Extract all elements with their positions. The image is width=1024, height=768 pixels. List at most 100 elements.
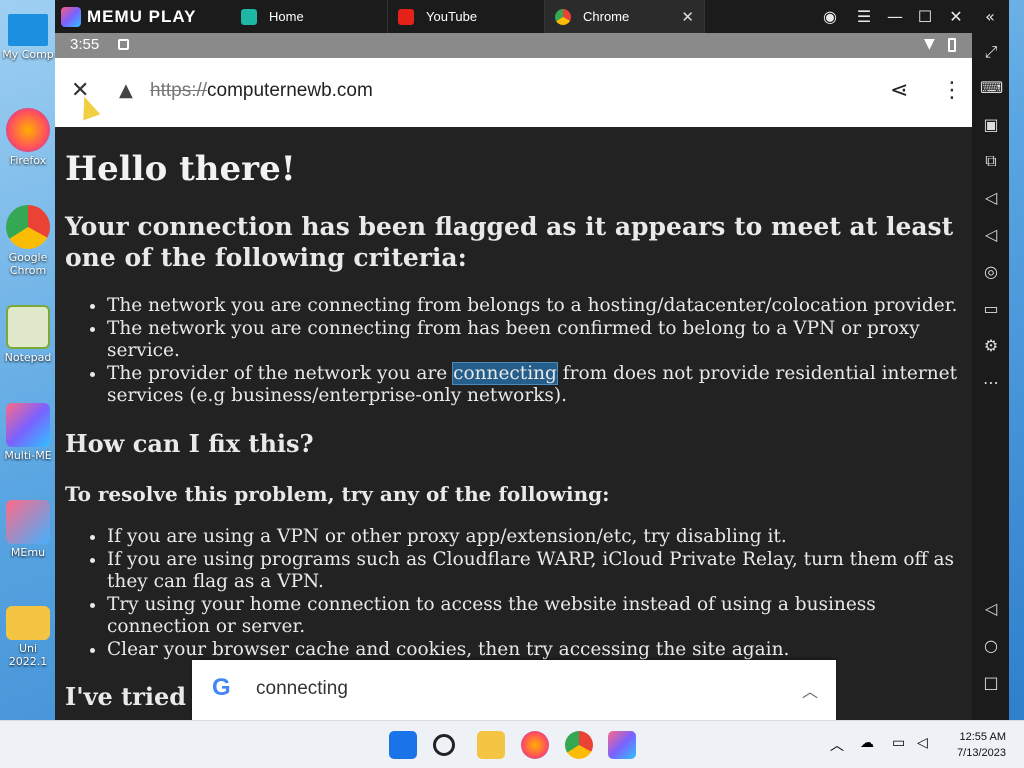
warning-icon: ▲ [119, 80, 133, 101]
clock-date: 7/13/2023 [957, 747, 1006, 759]
tab-label: Home [269, 9, 304, 24]
find-query[interactable]: connecting [256, 678, 348, 700]
desktop-icon-firefox[interactable]: Firefox [0, 108, 56, 167]
chrome-icon[interactable] [565, 731, 593, 759]
find-in-page-bar: G connecting ︿ [192, 660, 836, 720]
desktop-icon-label: Uni 2022.1 [8, 642, 48, 668]
minimize-button[interactable]: — [880, 0, 910, 33]
collapse-sidebar-icon[interactable]: « [975, 0, 1005, 33]
web-page-content: Hello there! Your connection has been fl… [55, 127, 972, 720]
apk-icon[interactable]: ▣ [980, 114, 1002, 136]
tab-label: Chrome [583, 9, 630, 24]
notification-icon [118, 39, 129, 50]
chevron-up-icon[interactable]: ︿ [802, 678, 818, 702]
google-icon: G [212, 674, 231, 701]
url-text[interactable]: https://computernewb.com [150, 80, 373, 102]
clock-time: 12:55 AM [959, 731, 1006, 743]
home-app-icon [241, 8, 257, 25]
chrome-icon [6, 205, 50, 249]
menu-icon[interactable]: ☰ [849, 0, 879, 33]
tried-heading: I've tried [65, 682, 187, 711]
brand-text: MEMU PLAY [87, 7, 197, 26]
desktop-icon-label: Multi-ME [4, 449, 52, 462]
taskbar-clock[interactable]: 12:55 AM 7/13/2023 [957, 729, 1006, 761]
firefox-icon[interactable] [521, 731, 549, 759]
recents-icon[interactable]: □ [980, 672, 1002, 694]
chrome-icon [555, 8, 571, 25]
fix-list: If you are using a VPN or other proxy ap… [107, 526, 967, 661]
url-host: computernewb.com [207, 80, 373, 101]
more-icon[interactable]: ⋯ [980, 372, 1002, 394]
memu-brand: MEMU PLAY [61, 6, 196, 28]
tab-chrome[interactable]: Chrome ✕ [545, 0, 705, 33]
tab-youtube[interactable]: YouTube [388, 0, 545, 33]
wifi-icon: ▼ [924, 36, 935, 52]
criteria-list: The network you are connecting from belo… [107, 295, 967, 408]
page-title: Hello there! [65, 149, 296, 189]
resolve-heading: To resolve this problem, try any of the … [65, 482, 610, 506]
search-icon[interactable] [433, 734, 455, 756]
list-item-text: The provider of the network you are [107, 362, 454, 384]
tab-home[interactable]: Home [231, 0, 388, 33]
settings-icon[interactable]: ⚙ [980, 335, 1002, 357]
monitor-icon [8, 14, 48, 46]
list-item: The provider of the network you are conn… [107, 361, 967, 408]
list-item: Clear your browser cache and cookies, th… [107, 639, 967, 662]
volume-up-icon[interactable]: ◁ [980, 187, 1002, 209]
onedrive-icon[interactable]: ☁ [860, 735, 874, 751]
multi-memu-icon [6, 403, 50, 447]
account-icon[interactable]: ◉ [815, 0, 845, 33]
volume-down-icon[interactable]: ◁ [980, 224, 1002, 246]
memu-titlebar: MEMU PLAY Home YouTube Chrome ✕ ◉ ☰ — ☐ … [55, 0, 1009, 33]
folder-icon[interactable]: ▭ [980, 298, 1002, 320]
memu-icon [6, 500, 50, 544]
criteria-heading: Your connection has been flagged as it a… [65, 212, 954, 272]
keyboard-icon[interactable]: ⌨ [980, 77, 1003, 99]
battery-icon [948, 38, 956, 52]
desktop-icon-memu[interactable]: MEmu [0, 500, 56, 559]
desktop-icon-multi-memu[interactable]: Multi-ME [0, 403, 56, 462]
list-item: If you are using a VPN or other proxy ap… [107, 526, 967, 549]
location-icon[interactable]: ◎ [980, 261, 1002, 283]
memu-logo-icon [61, 7, 81, 27]
status-time: 3:55 [70, 36, 100, 53]
memu-window: MEMU PLAY Home YouTube Chrome ✕ ◉ ☰ — ☐ … [55, 0, 1009, 720]
url-scheme: https:// [150, 80, 208, 101]
fix-heading: How can I fix this? [65, 429, 314, 458]
start-icon[interactable] [389, 731, 417, 759]
desktop-icon-label: Google Chrom [8, 251, 48, 277]
list-item: The network you are connecting from has … [107, 318, 967, 363]
desktop-icon-label: Notepad [4, 351, 52, 364]
desktop-icon-label: My Comp [2, 48, 54, 61]
list-item: If you are using programs such as Cloudf… [107, 549, 967, 594]
android-status-bar: 3:55 ▼ [55, 33, 972, 58]
file-explorer-icon[interactable] [477, 731, 505, 759]
memu-toolbar: ⤢ ⌨ ▣ ⧉ ◁ ◁ ◎ ▭ ⚙ ⋯ ◁ ○ □ [972, 33, 1009, 720]
desktop-icon-label: MEmu [10, 546, 46, 559]
maximize-button[interactable]: ☐ [910, 0, 940, 33]
chevron-up-icon[interactable]: ︿ [830, 735, 844, 755]
list-item: The network you are connecting from belo… [107, 295, 967, 318]
back-icon[interactable]: ◁ [980, 598, 1002, 620]
fullscreen-icon[interactable]: ⤢ [980, 41, 1002, 63]
list-item: Try using your home connection to access… [107, 594, 967, 639]
cursor-icon [75, 93, 101, 121]
firefox-icon [6, 108, 50, 152]
tab-label: YouTube [426, 9, 478, 24]
desktop-icon-unity[interactable]: Uni 2022.1 [0, 600, 56, 668]
close-tab-icon[interactable]: ✕ [681, 8, 694, 26]
network-icon[interactable]: ▭ [892, 735, 905, 751]
close-button[interactable]: ✕ [941, 0, 971, 33]
more-options-icon[interactable]: ⋮ [941, 78, 963, 103]
desktop-icon-my-computer[interactable]: My Comp [0, 10, 56, 61]
volume-icon[interactable]: ◁ [917, 735, 928, 751]
browser-address-bar: ✕ ▲ https://computernewb.com ⋖ ⋮ [55, 58, 972, 127]
multi-window-icon[interactable]: ⧉ [980, 150, 1002, 172]
share-icon[interactable]: ⋖ [890, 78, 908, 103]
folder-icon [6, 606, 50, 640]
desktop-icon-notepad[interactable]: Notepad [0, 305, 56, 364]
desktop-icon-chrome[interactable]: Google Chrom [0, 205, 56, 277]
memu-icon[interactable] [608, 731, 636, 759]
desktop-icon-label: Firefox [9, 154, 47, 167]
home-icon[interactable]: ○ [980, 635, 1002, 657]
